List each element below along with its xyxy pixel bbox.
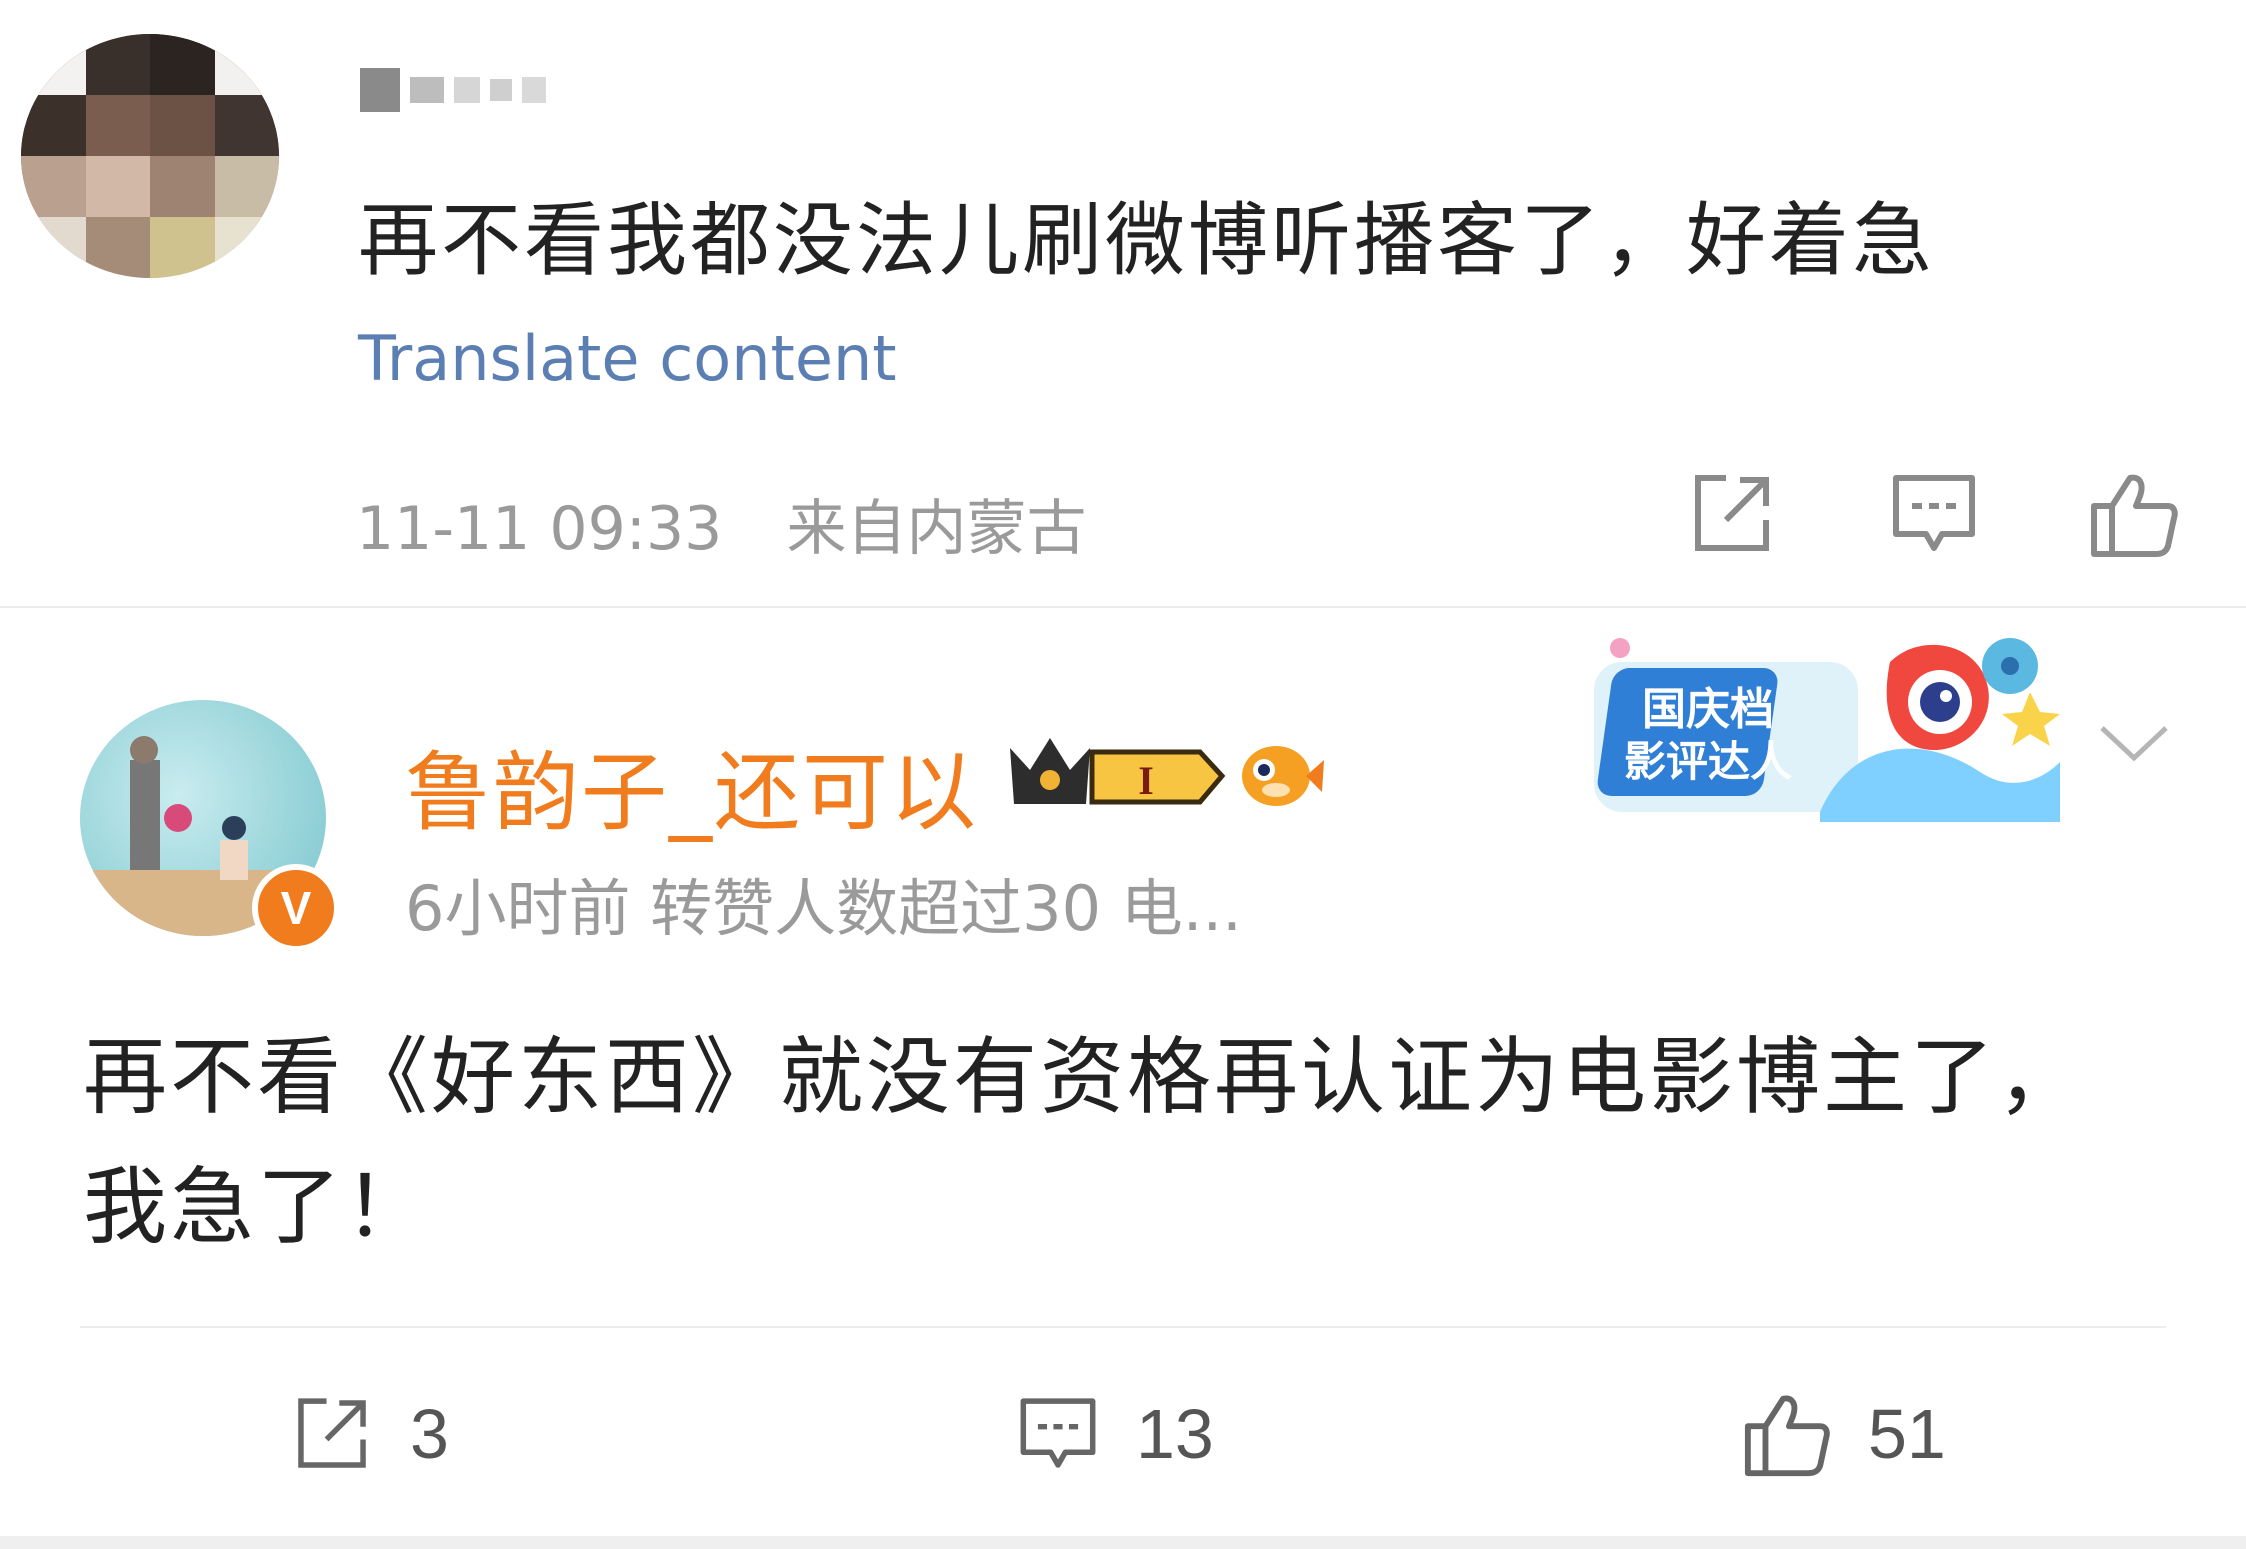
commenter-name-redacted[interactable] xyxy=(360,68,546,112)
chevron-down-icon[interactable] xyxy=(2098,722,2170,766)
post-meta: 6小时前 转赞人数超过30 电... xyxy=(405,872,1242,945)
like-icon[interactable] xyxy=(2088,468,2180,560)
vip-level-badge[interactable]: I xyxy=(1004,730,1226,812)
comment-icon[interactable] xyxy=(1888,468,1980,560)
like-count: 51 xyxy=(1868,1395,1946,1473)
event-sticker[interactable]: 国庆档 影评达人 xyxy=(1590,622,2070,838)
comment-source: 来自内蒙古 xyxy=(786,494,1087,564)
share-icon[interactable] xyxy=(1686,468,1778,560)
event-badge-line1: 国庆档 xyxy=(1642,684,1774,735)
comment-meta: 11-11 09:33 来自内蒙古 xyxy=(356,480,1086,567)
post-text: 再不看《好东西》就没有资格再认证为电影博主了，我急了！ xyxy=(83,1028,2085,1256)
poster-username[interactable]: 鲁韵子_还可以 xyxy=(405,722,978,847)
comment-button[interactable]: 13 xyxy=(1016,1384,1214,1484)
level-number: I xyxy=(1138,758,1154,803)
comment-icon xyxy=(1020,1398,1096,1468)
like-button[interactable]: 51 xyxy=(1742,1384,1946,1484)
comment-text: 再不看我都没法儿刷微博听播客了，好着急 xyxy=(358,194,1935,287)
commenter-avatar[interactable] xyxy=(21,34,279,278)
repost-count: 3 xyxy=(410,1395,449,1473)
comment-count: 13 xyxy=(1136,1395,1214,1473)
bottom-divider xyxy=(0,1536,2246,1549)
like-icon xyxy=(1744,1395,1830,1477)
fish-icon[interactable] xyxy=(1236,734,1326,814)
comment-timestamp: 11-11 09:33 xyxy=(356,494,723,564)
divider xyxy=(80,1326,2166,1328)
verified-badge: V xyxy=(252,864,340,952)
translate-link[interactable]: Translate content xyxy=(358,322,897,395)
divider xyxy=(0,606,2246,608)
share-icon xyxy=(298,1398,366,1468)
repost-button[interactable]: 3 xyxy=(290,1384,449,1484)
event-badge-line2: 影评达人 xyxy=(1624,737,1792,786)
